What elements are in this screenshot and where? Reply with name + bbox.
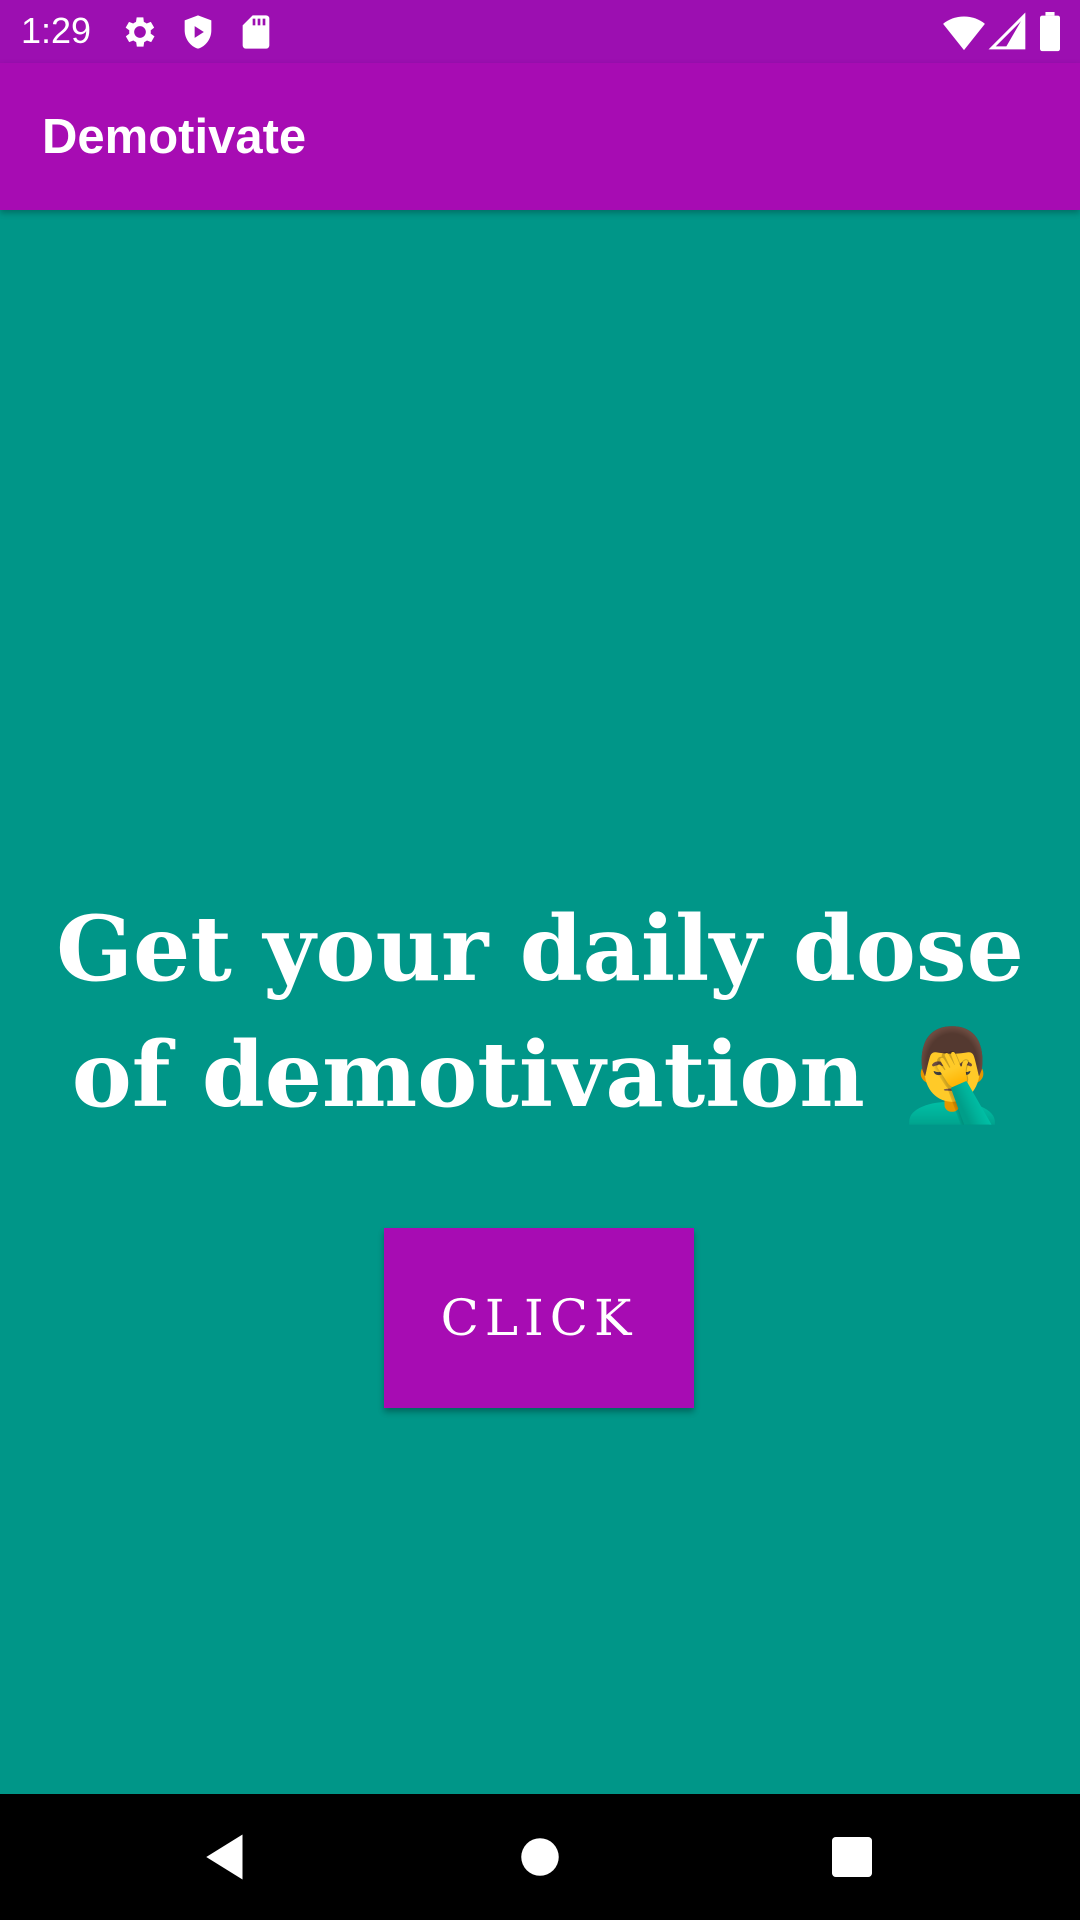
click-button[interactable]: CLICK [384, 1228, 694, 1408]
main-content: Get your daily dose of demotivation 🤦‍♂️… [0, 210, 1080, 1794]
status-time: 1:29 [21, 10, 92, 51]
battery-icon [1038, 12, 1062, 52]
status-bar: 1:29 [0, 0, 1080, 63]
app-bar: Demotivate [0, 63, 1080, 210]
nav-bar [0, 1794, 1080, 1920]
app-screen: 1:29 Demotivate Get your daily dose of d… [0, 0, 1080, 1920]
recents-icon[interactable] [822, 1827, 882, 1887]
app-title: Demotivate [42, 110, 307, 164]
sd-card-icon [236, 12, 276, 52]
back-icon[interactable] [195, 1827, 255, 1887]
cell-signal-icon [988, 12, 1028, 52]
gear-icon [120, 12, 160, 52]
wifi-icon [942, 12, 986, 52]
shield-play-icon [178, 12, 218, 52]
home-icon[interactable] [510, 1827, 570, 1887]
headline: Get your daily dose of demotivation 🤦‍♂️ [56, 896, 1024, 1128]
